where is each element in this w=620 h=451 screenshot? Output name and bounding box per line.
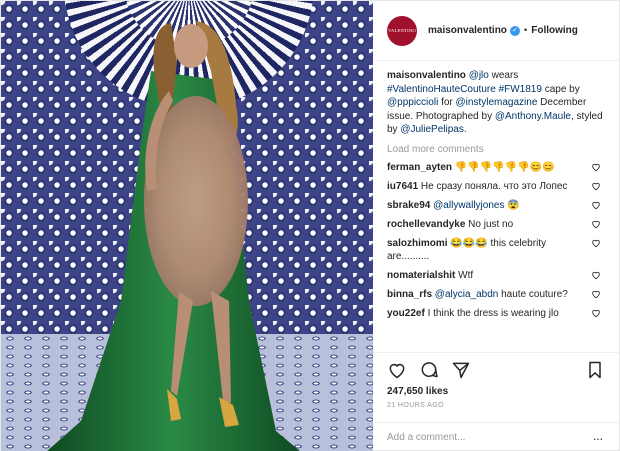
verified-badge-icon: ✓ xyxy=(509,25,520,36)
mention-link[interactable]: @instylemagazine xyxy=(456,97,538,108)
comment-text: haute couture? xyxy=(498,288,568,300)
caption-text: wears xyxy=(491,70,519,81)
comment-text: Wtf xyxy=(458,269,474,281)
heart-icon[interactable] xyxy=(591,270,601,280)
comment-item: sbrake94 @allywallyjones 😨 xyxy=(387,199,605,212)
post-side-panel: VALENTINO maisonvalentino ✓ • Following … xyxy=(373,1,619,451)
heart-icon[interactable] xyxy=(591,200,601,210)
comment-item: nomaterialshit Wtf xyxy=(387,269,605,282)
heart-icon[interactable] xyxy=(591,181,601,191)
mention-link[interactable]: @allywallyjones xyxy=(433,200,504,211)
comment-text: Не сразу поняла. что это Лопес xyxy=(420,180,568,192)
caption-text: for xyxy=(441,97,453,108)
comment-username[interactable]: rochellevandyke xyxy=(387,219,465,230)
mention-link[interactable]: @alycia_abdn xyxy=(435,289,499,300)
caption-text: . xyxy=(463,124,467,135)
heart-icon[interactable] xyxy=(387,360,407,380)
comment-username[interactable]: nomaterialshit xyxy=(387,270,455,281)
comment-username[interactable]: binna_rfs xyxy=(387,289,432,300)
comment-item: salozhimomi 😂😂😂 this celebrity are......… xyxy=(387,237,605,263)
load-more-comments-link[interactable]: Load more comments xyxy=(387,143,605,156)
hashtag-link[interactable]: #FW1819 xyxy=(499,84,542,95)
add-comment-input[interactable] xyxy=(387,432,591,443)
action-bar xyxy=(373,352,619,386)
mention-link[interactable]: @JuliePelipas xyxy=(400,124,464,135)
comment-text: 👎👎👎👎👎👎😊😊 xyxy=(454,161,555,173)
mention-link[interactable]: @Anthony.Maule xyxy=(495,111,571,122)
comment-username[interactable]: ferman_ayten xyxy=(387,162,452,173)
post-header: VALENTINO maisonvalentino ✓ • Following xyxy=(373,1,619,61)
comment-item: you22ef I think the dress is wearing jlo xyxy=(387,307,605,320)
caption-text: cape by xyxy=(544,83,580,95)
header-username[interactable]: maisonvalentino xyxy=(428,25,507,36)
comments-list[interactable]: maisonvalentino @jlo wears #ValentinoHau… xyxy=(373,61,619,352)
comment-text: No just no xyxy=(468,218,514,230)
add-comment-bar: ... xyxy=(373,422,619,451)
post-photo[interactable] xyxy=(1,1,373,451)
comment-text: I think the dress is wearing jlo xyxy=(427,307,559,319)
avatar[interactable]: VALENTINO xyxy=(387,15,417,46)
comment-username[interactable]: salozhimomi xyxy=(387,238,448,249)
heart-icon[interactable] xyxy=(591,162,601,172)
comment-item: rochellevandyke No just no xyxy=(387,218,605,231)
instagram-post: VALENTINO maisonvalentino ✓ • Following … xyxy=(0,0,620,451)
separator-dot: • xyxy=(523,25,528,36)
heart-icon[interactable] xyxy=(591,289,601,299)
share-icon[interactable] xyxy=(451,360,471,380)
hashtag-link[interactable]: #ValentinoHauteCouture xyxy=(387,84,496,95)
likes-count[interactable]: 247,650 likes xyxy=(373,386,619,402)
mention-link[interactable]: @pppiccioli xyxy=(387,97,438,108)
comment-username[interactable]: iu7641 xyxy=(387,181,418,192)
comment-username[interactable]: you22ef xyxy=(387,308,425,319)
mention-link[interactable]: @jlo xyxy=(469,70,489,81)
comment-item: iu7641 Не сразу поняла. что это Лопес xyxy=(387,180,605,193)
more-options-icon[interactable]: ... xyxy=(591,430,605,445)
caption-username[interactable]: maisonvalentino xyxy=(387,70,466,81)
comment-icon[interactable] xyxy=(419,360,439,380)
caption: maisonvalentino @jlo wears #ValentinoHau… xyxy=(387,69,605,137)
comment-item: ferman_ayten 👎👎👎👎👎👎😊😊 xyxy=(387,161,605,174)
post-timestamp[interactable]: 21 HOURS AGO xyxy=(373,402,619,422)
model-figure xyxy=(47,21,300,451)
heart-icon[interactable] xyxy=(591,219,601,229)
heart-icon[interactable] xyxy=(591,238,601,248)
bookmark-icon[interactable] xyxy=(585,360,605,380)
comment-username[interactable]: sbrake94 xyxy=(387,200,430,211)
following-button[interactable]: Following xyxy=(531,25,578,36)
heart-icon[interactable] xyxy=(591,308,601,318)
comment-item: binna_rfs @alycia_abdn haute couture? xyxy=(387,288,605,301)
comment-text: 😨 xyxy=(504,199,520,211)
